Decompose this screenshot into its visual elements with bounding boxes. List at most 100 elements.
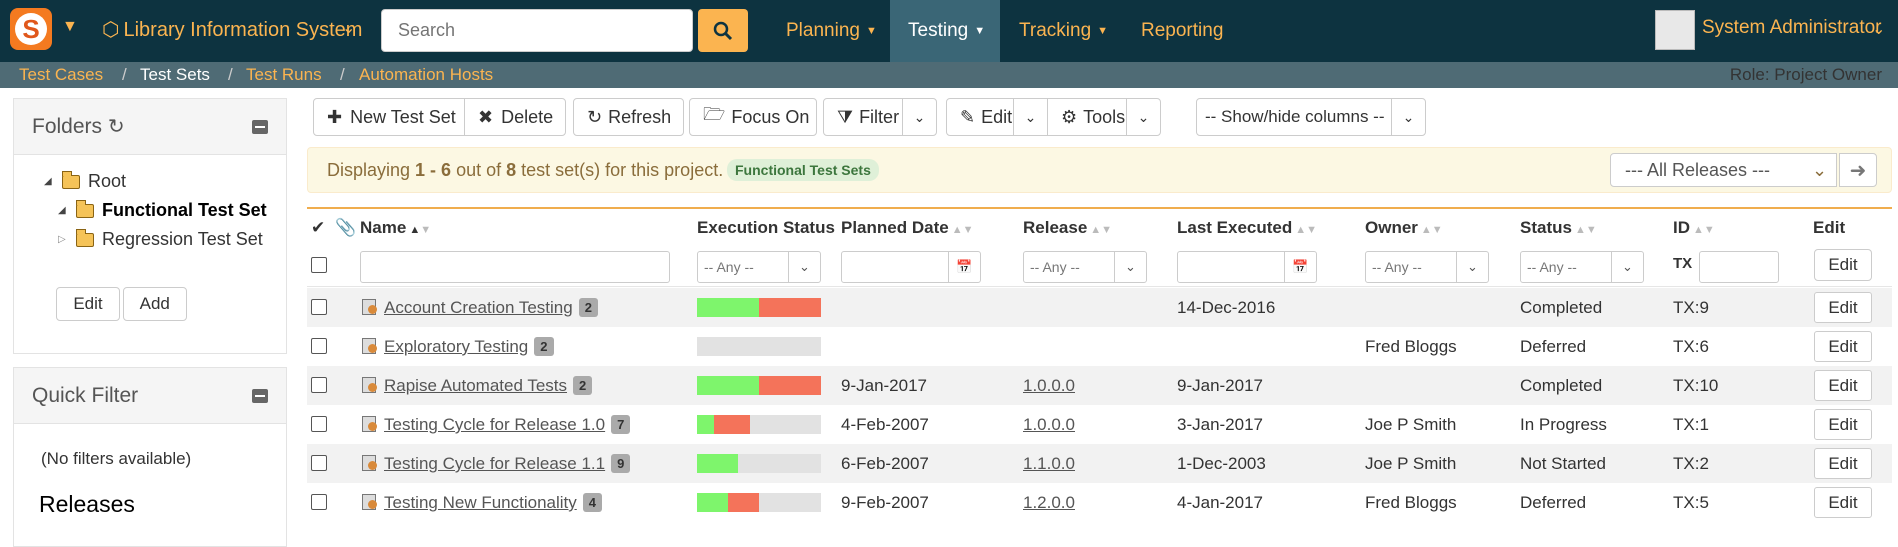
header-id[interactable]: ID ▲▼ [1673,218,1715,238]
release-link[interactable]: 1.0.0.0 [1023,415,1075,434]
search-input[interactable] [381,9,693,52]
owner-filter-select[interactable]: -- Any -- ⌄ [1365,251,1489,283]
planned-date-filter-input[interactable]: 📅 [841,251,981,283]
edit-dropdown-button[interactable]: ⌄ [1013,98,1048,136]
test-case-count-badge: 4 [582,493,602,512]
tools-button[interactable]: ⚙ Tools [1047,98,1127,136]
test-case-count-badge: 7 [611,415,631,434]
test-set-name-link[interactable]: Testing Cycle for Release 1.1 [384,454,605,473]
subnav-automation-hosts[interactable]: Automation Hosts [359,65,493,85]
row-checkbox[interactable] [311,455,327,471]
row-checkbox[interactable] [311,416,327,432]
sort-arrows-icon[interactable]: ▲▼ [1421,224,1443,236]
status-filter-select[interactable]: -- Any -- ⌄ [1520,251,1644,283]
last-executed-filter-input[interactable]: 📅 [1177,251,1317,283]
product-menu-chevron-icon[interactable]: ▼ [62,18,78,36]
sort-arrows-icon[interactable]: ▲▼ [1295,224,1317,236]
calendar-icon[interactable]: 📅 [1284,252,1316,282]
focus-on-button[interactable]: 🗁 Focus On [689,98,817,136]
row-edit-button[interactable]: Edit [1814,370,1872,401]
header-owner[interactable]: Owner ▲▼ [1365,218,1443,238]
product-selector[interactable]: ⬡ Library Information System [102,17,362,42]
release-link[interactable]: 1.1.0.0 [1023,454,1075,473]
tree-node-regression-test-set[interactable]: Regression Test Set [44,225,286,254]
tree-node-functional-test-set[interactable]: Functional Test Set [44,196,286,225]
folder-filter-badge: Functional Test Sets [727,159,879,181]
search-button[interactable] [698,9,748,52]
row-edit-button[interactable]: Edit [1814,292,1872,323]
execution-status-filter-select[interactable]: -- Any -- ⌄ [697,251,821,283]
avatar[interactable] [1655,10,1695,50]
test-set-name-link[interactable]: Rapise Automated Tests [384,376,567,395]
nav-planning[interactable]: Planning ▼ [786,0,877,62]
row-checkbox[interactable] [311,377,327,393]
chevron-down-icon: ⌄ [1402,108,1415,125]
show-hide-columns-dropdown[interactable]: ⌄ [1391,98,1426,136]
row-edit-button[interactable]: Edit [1814,409,1872,440]
test-set-name-link[interactable]: Testing Cycle for Release 1.0 [384,415,605,434]
test-set-name-link[interactable]: Testing New Functionality [384,493,577,512]
header-planned-date[interactable]: Planned Date ▲▼ [841,218,973,238]
tree-node-root[interactable]: Root [44,167,286,196]
row-edit-button[interactable]: Edit [1814,448,1872,479]
release-link[interactable]: 1.0.0.0 [1023,376,1075,395]
sort-arrows-icon[interactable]: ▲▼ [409,224,431,236]
nav-reporting[interactable]: Reporting [1141,0,1223,62]
row-edit-button[interactable]: Edit [1814,331,1872,362]
new-test-set-button[interactable]: ✚ New Test Set [313,98,465,136]
user-menu[interactable]: System Administrator [1702,17,1882,39]
refresh-icon[interactable]: ↻ [108,116,125,138]
test-set-name-link[interactable]: Account Creation Testing [384,298,573,317]
collapse-panel-icon[interactable] [252,388,268,403]
refresh-button[interactable]: ↻ Refresh [573,98,684,136]
select-all-check-icon[interactable]: ✔ [311,218,325,238]
test-set-name-link[interactable]: Exploratory Testing [384,337,528,356]
release-select[interactable]: --- All Releases --- [1610,153,1804,187]
row-checkbox[interactable] [311,494,327,510]
sort-arrows-icon[interactable]: ▲▼ [1693,224,1715,236]
row-edit-button[interactable]: Edit [1814,487,1872,518]
name-filter-input[interactable] [360,251,670,283]
chevron-down-icon: ⌄ [1611,252,1643,282]
spira-logo-icon[interactable]: S [10,8,52,50]
delete-x-icon: ✖ [478,106,494,127]
show-hide-columns-select[interactable]: -- Show/hide columns -- [1196,98,1392,136]
header-status[interactable]: Status ▲▼ [1520,218,1597,238]
expand-triangle-icon[interactable] [58,205,72,216]
header-release[interactable]: Release ▲▼ [1023,218,1112,238]
select-all-checkbox[interactable] [311,257,327,273]
header-name[interactable]: Name ▲▼ [360,218,431,238]
filter-button[interactable]: ⧩ Filter [823,98,903,136]
delete-button[interactable]: ✖ Delete [464,98,566,136]
status-cell: In Progress [1520,415,1607,434]
subnav-test-cases[interactable]: Test Cases [19,65,103,85]
header-last-executed[interactable]: Last Executed ▲▼ [1177,218,1317,238]
folder-edit-button[interactable]: Edit [56,287,120,321]
calendar-icon[interactable]: 📅 [948,252,980,282]
user-chevron-down-icon[interactable]: ⌄ [1872,19,1885,39]
row-checkbox[interactable] [311,299,327,315]
nav-testing[interactable]: Testing ▼ [890,0,1000,62]
tools-dropdown-button[interactable]: ⌄ [1126,98,1161,136]
release-select-chevron-icon[interactable]: ⌄ [1803,153,1837,187]
filter-dropdown-button[interactable]: ⌄ [902,98,937,136]
subnav-test-runs[interactable]: Test Runs [246,65,322,85]
filter-edit-button[interactable]: Edit [1814,249,1872,281]
sort-arrows-icon[interactable]: ▲▼ [952,224,974,236]
collapse-panel-icon[interactable] [252,119,268,134]
collapsed-triangle-icon[interactable] [58,234,72,245]
folder-add-button[interactable]: Add [122,287,187,321]
release-link[interactable]: 1.2.0.0 [1023,493,1075,512]
sort-arrows-icon[interactable]: ▲▼ [1090,224,1112,236]
release-go-arrow-icon[interactable]: ➜ [1839,153,1877,187]
row-checkbox[interactable] [311,338,327,354]
subnav-test-sets[interactable]: Test Sets [140,65,210,85]
id-filter-input[interactable] [1699,251,1779,283]
edit-button[interactable]: ✎ Edit [946,98,1014,136]
sort-arrows-icon[interactable]: ▲▼ [1575,224,1597,236]
nav-tracking[interactable]: Tracking ▼ [1019,0,1108,62]
product-name: Library Information System [123,19,363,41]
expand-triangle-icon[interactable] [44,176,58,187]
release-filter-select[interactable]: -- Any -- ⌄ [1023,251,1147,283]
product-chevron-down-icon[interactable]: ⌄ [342,18,355,38]
